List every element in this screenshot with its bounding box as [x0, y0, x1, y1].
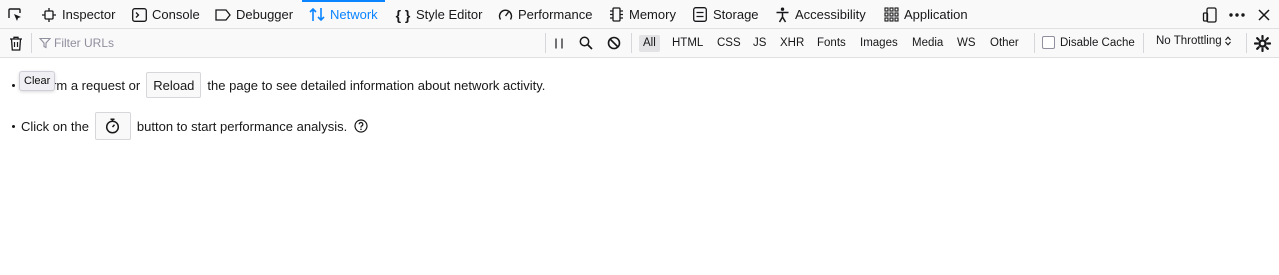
clear-trash-icon[interactable]	[7, 34, 25, 52]
tab-application[interactable]: Application	[883, 0, 968, 29]
close-icon[interactable]	[1255, 6, 1273, 24]
reload-suffix-text: the page to see detailed information abo…	[207, 77, 546, 93]
disable-cache-checkbox[interactable]: Disable Cache	[1042, 36, 1135, 49]
gear-icon[interactable]	[1253, 34, 1271, 52]
tab-memory[interactable]: Memory	[608, 0, 676, 29]
performance-suffix-text: button to start performance analysis.	[136, 118, 348, 134]
filter-type-other[interactable]: Other	[986, 35, 1023, 52]
pause-icon[interactable]	[550, 34, 568, 52]
tab-label: Style Editor	[416, 7, 483, 22]
network-toolbar: All HTML CSS JS XHR Fonts Images Media W…	[0, 29, 1279, 58]
toolbar-separator	[1034, 33, 1035, 53]
tab-network[interactable]: Network	[302, 0, 385, 29]
tab-style-editor[interactable]: { } Style Editor	[395, 0, 483, 29]
console-icon	[131, 7, 147, 23]
start-performance-button[interactable]	[94, 112, 131, 140]
filter-type-xhr[interactable]: XHR	[776, 35, 808, 52]
tab-label: Memory	[629, 7, 676, 22]
help-icon[interactable]	[354, 119, 368, 133]
tab-label: Inspector	[62, 7, 116, 22]
bullet	[12, 83, 15, 87]
filter-icon	[38, 34, 52, 52]
memory-icon	[608, 7, 624, 23]
filter-type-all[interactable]: All	[639, 35, 660, 52]
style-editor-icon: { }	[395, 6, 411, 23]
devtools-tabbar: Inspector Console Debugger Network { } S…	[0, 0, 1279, 29]
search-icon[interactable]	[577, 34, 595, 52]
tab-label: Performance	[518, 7, 593, 22]
clear-tooltip: Clear	[19, 71, 56, 91]
empty-state-performance-line: Click on the button to start performance…	[12, 112, 368, 140]
accessibility-icon	[774, 7, 790, 23]
application-icon	[883, 7, 899, 23]
filter-type-media[interactable]: Media	[908, 35, 947, 52]
tab-storage[interactable]: Storage	[692, 0, 759, 29]
tab-accessibility[interactable]: Accessibility	[774, 0, 866, 29]
filter-urls-input[interactable]	[54, 34, 524, 52]
filter-type-html[interactable]: HTML	[668, 35, 707, 52]
performance-icon	[497, 7, 513, 23]
disable-cache-label: Disable Cache	[1060, 36, 1135, 49]
tab-debugger[interactable]: Debugger	[215, 0, 293, 29]
checkbox-box[interactable]	[1042, 36, 1055, 49]
tab-label: Debugger	[236, 7, 294, 22]
filter-type-css[interactable]: CSS	[713, 35, 745, 52]
tab-inspector[interactable]: Inspector	[41, 0, 115, 29]
toolbar-separator	[31, 33, 32, 53]
tab-label: Network	[330, 7, 378, 22]
inspector-icon	[41, 7, 57, 23]
responsive-design-icon[interactable]	[1201, 6, 1219, 24]
filter-type-js[interactable]: JS	[749, 35, 770, 52]
reload-button[interactable]: Reload	[146, 72, 202, 98]
element-picker-icon[interactable]	[6, 6, 24, 24]
throttling-select[interactable]: No Throttling	[1156, 35, 1231, 47]
toolbar-separator	[545, 33, 546, 53]
filter-type-ws[interactable]: WS	[953, 35, 980, 52]
toolbar-separator	[1143, 33, 1144, 53]
tab-label: Console	[152, 7, 200, 22]
filter-type-images[interactable]: Images	[856, 35, 902, 52]
debugger-icon	[215, 7, 231, 23]
toolbar-separator	[631, 33, 632, 53]
filter-type-fonts[interactable]: Fonts	[813, 35, 850, 52]
toolbar-separator	[1246, 33, 1247, 53]
tab-label: Storage	[713, 7, 759, 22]
tab-console[interactable]: Console	[131, 0, 200, 29]
tab-label: Application	[904, 7, 968, 22]
storage-icon	[692, 7, 708, 23]
empty-state-reload-line: Perform a request or Reload the page to …	[12, 72, 545, 98]
stopwatch-icon	[105, 118, 120, 134]
performance-prefix-text: Click on the	[21, 118, 89, 134]
throttling-value: No Throttling	[1156, 35, 1222, 47]
tab-performance[interactable]: Performance	[497, 0, 592, 29]
more-options-icon[interactable]	[1228, 6, 1246, 24]
block-requests-icon[interactable]	[605, 34, 623, 52]
bullet	[12, 124, 15, 128]
network-icon	[309, 7, 325, 23]
tab-label: Accessibility	[795, 7, 866, 22]
select-arrows-icon	[1224, 36, 1231, 46]
